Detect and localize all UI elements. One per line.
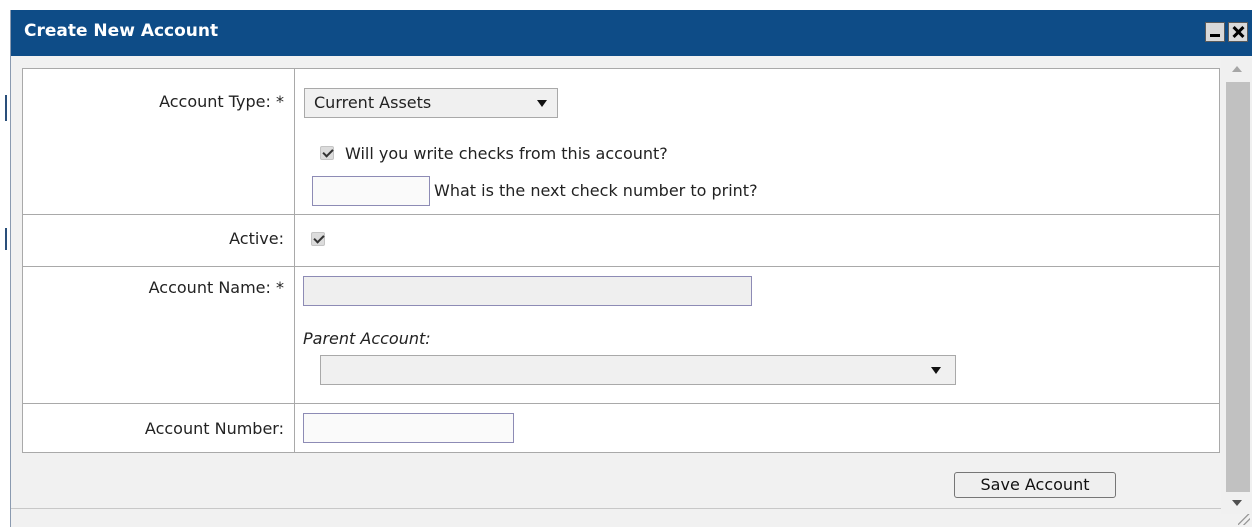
close-icon[interactable]	[1228, 22, 1248, 42]
account-number-input[interactable]	[303, 413, 514, 443]
scrollbar-thumb[interactable]	[1226, 82, 1250, 492]
active-label-cell: Active:	[23, 215, 295, 266]
chevron-down-icon	[931, 367, 941, 374]
write-checks-label: Will you write checks from this account?	[345, 144, 668, 163]
active-label: Active:	[229, 229, 284, 248]
account-type-label: Account Type: *	[159, 92, 284, 111]
background-page-edge	[0, 0, 10, 527]
account-type-selected-value: Current Assets	[314, 93, 432, 112]
account-name-label-cell: Account Name: *	[23, 267, 295, 403]
scroll-up-arrow-icon[interactable]	[1232, 66, 1242, 72]
account-type-row: Account Type: * Current Assets Will you …	[23, 69, 1219, 215]
active-checkbox[interactable]	[311, 232, 325, 246]
next-check-number-input[interactable]	[312, 176, 430, 206]
parent-account-label: Parent Account:	[303, 329, 431, 348]
save-account-button[interactable]: Save Account	[954, 472, 1116, 498]
account-type-select[interactable]: Current Assets	[304, 88, 558, 118]
account-name-input[interactable]	[303, 276, 752, 306]
account-form-table: Account Type: * Current Assets Will you …	[22, 68, 1220, 453]
parent-account-select[interactable]	[320, 355, 956, 385]
account-name-row: Account Name: * Parent Account:	[23, 267, 1219, 404]
account-number-row: Account Number:	[23, 404, 1219, 452]
scroll-down-arrow-icon[interactable]	[1232, 500, 1242, 506]
create-account-dialog: Create New Account Account Type: * Curre…	[10, 10, 1252, 527]
minimize-icon[interactable]	[1205, 22, 1225, 42]
account-type-label-cell: Account Type: *	[23, 69, 295, 214]
next-check-number-label: What is the next check number to print?	[434, 181, 758, 200]
account-number-label-cell: Account Number:	[23, 404, 295, 452]
chevron-down-icon	[537, 100, 547, 107]
active-row: Active:	[23, 215, 1219, 267]
dialog-title: Create New Account	[24, 21, 219, 41]
resize-grip-icon[interactable]	[1238, 513, 1250, 525]
write-checks-checkbox[interactable]	[320, 146, 334, 160]
dialog-footer-divider	[11, 508, 1252, 509]
account-number-label: Account Number:	[144, 419, 284, 438]
account-name-label: Account Name: *	[148, 278, 284, 297]
vertical-scrollbar[interactable]	[1221, 58, 1252, 514]
dialog-titlebar[interactable]: Create New Account	[11, 10, 1252, 56]
